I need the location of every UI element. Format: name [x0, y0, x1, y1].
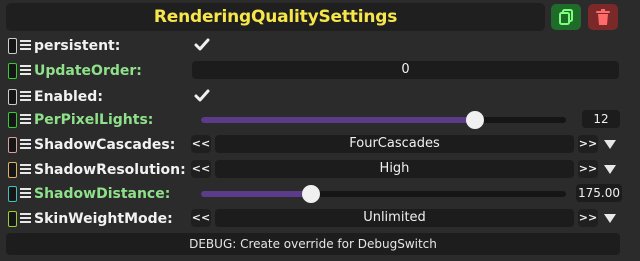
title-bar: RenderingQualitySettings: [6, 3, 545, 31]
prev-button[interactable]: <<: [191, 160, 211, 178]
field-label-shadow-cascades: ShadowCascades:: [34, 137, 176, 153]
next-button[interactable]: >>: [578, 209, 598, 227]
dropdown-arrow-icon[interactable]: [603, 136, 617, 152]
dropdown-arrow-icon[interactable]: [603, 161, 617, 177]
field-label-shadow-distance: ShadowDistance:: [34, 186, 171, 202]
row-persistent: persistent:: [0, 34, 640, 58]
menu-icon[interactable]: [20, 40, 31, 52]
slider-fill: [201, 117, 475, 123]
prev-button[interactable]: <<: [191, 135, 211, 153]
field-indicator: [8, 211, 17, 227]
copy-icon: [559, 9, 573, 25]
field-indicator: [8, 38, 17, 54]
field-label-update-order: UpdateOrder:: [34, 63, 142, 79]
update-order-input[interactable]: 0: [192, 61, 619, 79]
row-skin-weight-mode: SkinWeightMode: << Unlimited >>: [0, 207, 640, 231]
slider-thumb[interactable]: [301, 185, 320, 203]
row-shadow-cascades: ShadowCascades: << FourCascades >>: [0, 133, 640, 157]
field-label-skin-weight-mode: SkinWeightMode:: [34, 211, 173, 227]
enabled-checkbox[interactable]: [193, 87, 211, 105]
component-title: RenderingQualitySettings: [153, 7, 398, 27]
trash-icon: [596, 9, 610, 25]
menu-icon[interactable]: [20, 188, 31, 200]
field-indicator: [8, 112, 17, 128]
inspector-panel: RenderingQualitySettings persistent: Upd…: [0, 0, 640, 261]
field-indicator: [8, 63, 17, 79]
field-indicator: [8, 186, 17, 202]
row-shadow-resolution: ShadowResolution: << High >>: [0, 158, 640, 182]
prev-button[interactable]: <<: [191, 209, 211, 227]
field-indicator: [8, 89, 17, 105]
skin-weight-mode-value[interactable]: Unlimited: [215, 209, 574, 227]
row-shadow-distance: ShadowDistance: 175.00: [0, 182, 640, 206]
next-button[interactable]: >>: [578, 160, 598, 178]
slider-fill: [201, 191, 311, 197]
menu-icon[interactable]: [20, 91, 31, 103]
copy-button[interactable]: [551, 4, 581, 30]
next-button[interactable]: >>: [578, 135, 598, 153]
field-label-persistent: persistent:: [34, 38, 121, 54]
menu-icon[interactable]: [20, 164, 31, 176]
field-indicator: [8, 162, 17, 178]
field-label-per-pixel-lights: PerPixelLights:: [34, 112, 154, 128]
delete-button[interactable]: [588, 4, 618, 30]
shadow-resolution-value[interactable]: High: [215, 160, 574, 178]
menu-icon[interactable]: [20, 65, 31, 77]
shadow-distance-slider[interactable]: [201, 185, 566, 203]
field-indicator: [8, 137, 17, 153]
row-update-order: UpdateOrder: 0: [0, 59, 640, 83]
menu-icon[interactable]: [20, 213, 31, 225]
menu-icon[interactable]: [20, 139, 31, 151]
menu-icon[interactable]: [20, 114, 31, 126]
row-per-pixel-lights: PerPixelLights: 12: [0, 108, 640, 132]
slider-thumb[interactable]: [465, 111, 484, 129]
per-pixel-lights-slider[interactable]: [201, 111, 566, 129]
per-pixel-lights-value[interactable]: 12: [582, 110, 620, 128]
field-label-enabled: Enabled:: [34, 89, 103, 105]
shadow-distance-value[interactable]: 175.00: [576, 184, 622, 202]
row-enabled: Enabled:: [0, 85, 640, 109]
dropdown-arrow-icon[interactable]: [603, 210, 617, 226]
persistent-checkbox[interactable]: [193, 36, 211, 54]
field-label-shadow-resolution: ShadowResolution:: [34, 162, 186, 178]
shadow-cascades-value[interactable]: FourCascades: [215, 135, 574, 153]
debug-override-button[interactable]: DEBUG: Create override for DebugSwitch: [6, 233, 620, 255]
